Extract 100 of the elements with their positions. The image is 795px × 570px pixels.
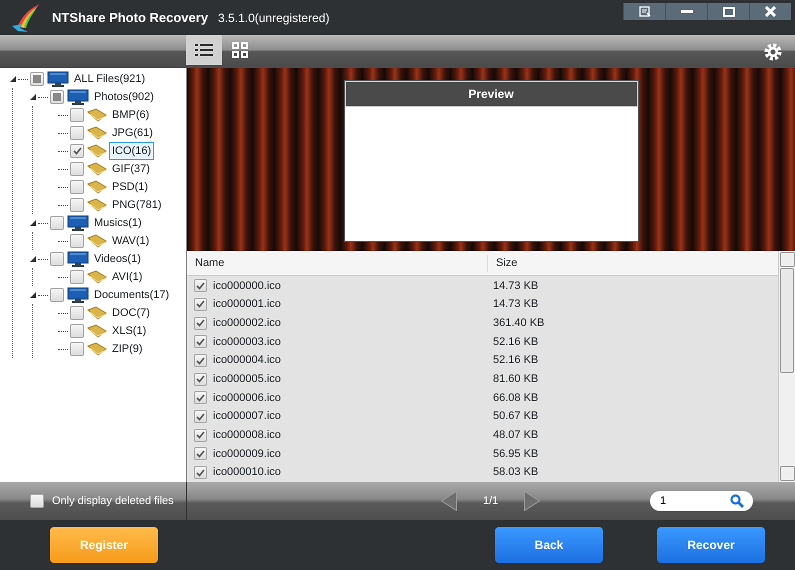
checkbox[interactable]: [70, 162, 84, 176]
folder-icon: [87, 234, 107, 248]
scrollbar[interactable]: [778, 251, 795, 482]
maximize-button[interactable]: [707, 3, 749, 20]
monitor-icon: [67, 287, 89, 303]
folder-icon: [87, 342, 107, 356]
check-icon: [196, 450, 205, 458]
page-indicator: 1/1: [483, 494, 498, 509]
close-icon: [765, 6, 776, 17]
folder-icon: [87, 180, 107, 194]
tree-item-label[interactable]: WAV(1): [109, 232, 152, 250]
back-button[interactable]: Back: [495, 527, 603, 563]
search-icon[interactable]: [730, 494, 744, 508]
monitor-icon: [47, 71, 69, 87]
tree-item-label[interactable]: ZIP(9): [109, 340, 146, 358]
settings-icon[interactable]: [763, 42, 783, 62]
row-checkbox[interactable]: [194, 335, 207, 348]
file-size-cell-text: 58.03 KB: [493, 465, 538, 480]
check-icon: [72, 147, 82, 155]
checkbox[interactable]: [70, 342, 84, 356]
checkbox[interactable]: [70, 270, 84, 284]
checkbox[interactable]: [70, 306, 84, 320]
row-checkbox[interactable]: [194, 391, 207, 404]
checkbox[interactable]: [30, 72, 44, 86]
file-size-cell-text: 14.73 KB: [493, 278, 538, 294]
file-name-cell-text: ico000006.ico: [213, 390, 282, 406]
row-checkbox[interactable]: [194, 466, 207, 480]
checkbox[interactable]: [70, 234, 84, 248]
expand-triangle-icon[interactable]: [30, 220, 36, 226]
maximize-icon: [722, 6, 734, 16]
row-checkbox[interactable]: [194, 279, 207, 292]
column-header[interactable]: Size: [487, 255, 687, 272]
file-size-cell-text: 66.08 KB: [493, 390, 538, 406]
folder-icon: [87, 144, 107, 158]
check-icon: [196, 394, 205, 402]
minimize-icon: [680, 10, 692, 13]
tree-item-label[interactable]: Photos(902): [91, 88, 157, 106]
checkbox[interactable]: [70, 198, 84, 212]
tree-item-label[interactable]: AVI(1): [109, 268, 146, 286]
row-checkbox[interactable]: [194, 354, 207, 368]
row-checkbox[interactable]: [194, 372, 207, 386]
tree-item-label[interactable]: XLS(1): [109, 322, 150, 340]
row-checkbox[interactable]: [194, 447, 207, 460]
feedback-button[interactable]: [623, 3, 665, 20]
tree-item-label[interactable]: JPG(61): [109, 124, 156, 142]
tree-item-label[interactable]: ICO(16): [109, 142, 154, 160]
expand-triangle-icon[interactable]: [30, 94, 36, 100]
list-view-button[interactable]: [186, 35, 222, 65]
file-name-cell-text: ico000005.ico: [213, 372, 282, 387]
deleted-only-checkbox[interactable]: [30, 494, 44, 508]
page-number-input[interactable]: 1: [660, 493, 730, 509]
expand-triangle-icon[interactable]: [10, 76, 16, 82]
close-button[interactable]: [749, 3, 791, 20]
file-name-cell-text: ico000009.ico: [213, 446, 282, 462]
expand-triangle-icon[interactable]: [30, 256, 36, 262]
row-checkbox[interactable]: [194, 428, 207, 442]
file-size-cell-text: 52.16 KB: [493, 353, 538, 368]
file-name-cell-text: ico000002.ico: [213, 316, 282, 331]
file-name-cell-text: ico000003.ico: [213, 334, 282, 350]
recover-button[interactable]: Recover: [657, 527, 765, 563]
check-icon: [196, 468, 205, 477]
checkbox[interactable]: [70, 180, 84, 194]
tree-item-label[interactable]: Musics(1): [91, 214, 145, 232]
checkbox[interactable]: [70, 324, 84, 338]
folder-icon: [87, 270, 107, 284]
folder-icon: [87, 324, 107, 338]
tree-item-label[interactable]: DOC(7): [109, 304, 153, 322]
tree-item-label[interactable]: Documents(17): [91, 286, 172, 304]
check-icon: [196, 319, 205, 328]
expand-triangle-icon[interactable]: [30, 292, 36, 298]
file-size-cell-text: 361.40 KB: [493, 316, 544, 331]
monitor-icon: [67, 251, 89, 267]
minimize-button[interactable]: [665, 3, 707, 20]
checkbox[interactable]: [70, 108, 84, 122]
tree-item-label[interactable]: GIF(37): [109, 160, 153, 178]
monitor-icon: [67, 89, 89, 105]
tree-item-label[interactable]: PNG(781): [109, 196, 165, 214]
column-header[interactable]: Name: [187, 255, 487, 272]
filter-label: Only display deleted files: [52, 494, 174, 509]
check-icon: [196, 412, 205, 421]
check-icon: [196, 282, 205, 290]
row-checkbox[interactable]: [194, 316, 207, 330]
checkbox[interactable]: [50, 90, 64, 104]
checkbox[interactable]: [50, 216, 64, 230]
left-triangle-icon: [441, 491, 457, 511]
app-title: NTShare Photo Recovery: [52, 8, 208, 27]
preview-title: Preview: [344, 81, 638, 107]
tree-item-label[interactable]: Videos(1): [91, 250, 144, 268]
tree-item-label[interactable]: PSD(1): [109, 178, 152, 196]
checkbox[interactable]: [50, 252, 64, 266]
folder-icon: [87, 162, 107, 176]
checkbox[interactable]: [70, 126, 84, 140]
row-checkbox[interactable]: [194, 410, 207, 424]
tree-item-label[interactable]: ALL Files(921): [71, 70, 148, 88]
checkbox[interactable]: [70, 144, 84, 158]
checkbox[interactable]: [50, 288, 64, 302]
right-triangle-icon: [524, 491, 540, 511]
tree-item-label[interactable]: BMP(6): [109, 106, 152, 124]
page-search-field[interactable]: 1: [650, 491, 753, 511]
row-checkbox[interactable]: [194, 298, 207, 311]
